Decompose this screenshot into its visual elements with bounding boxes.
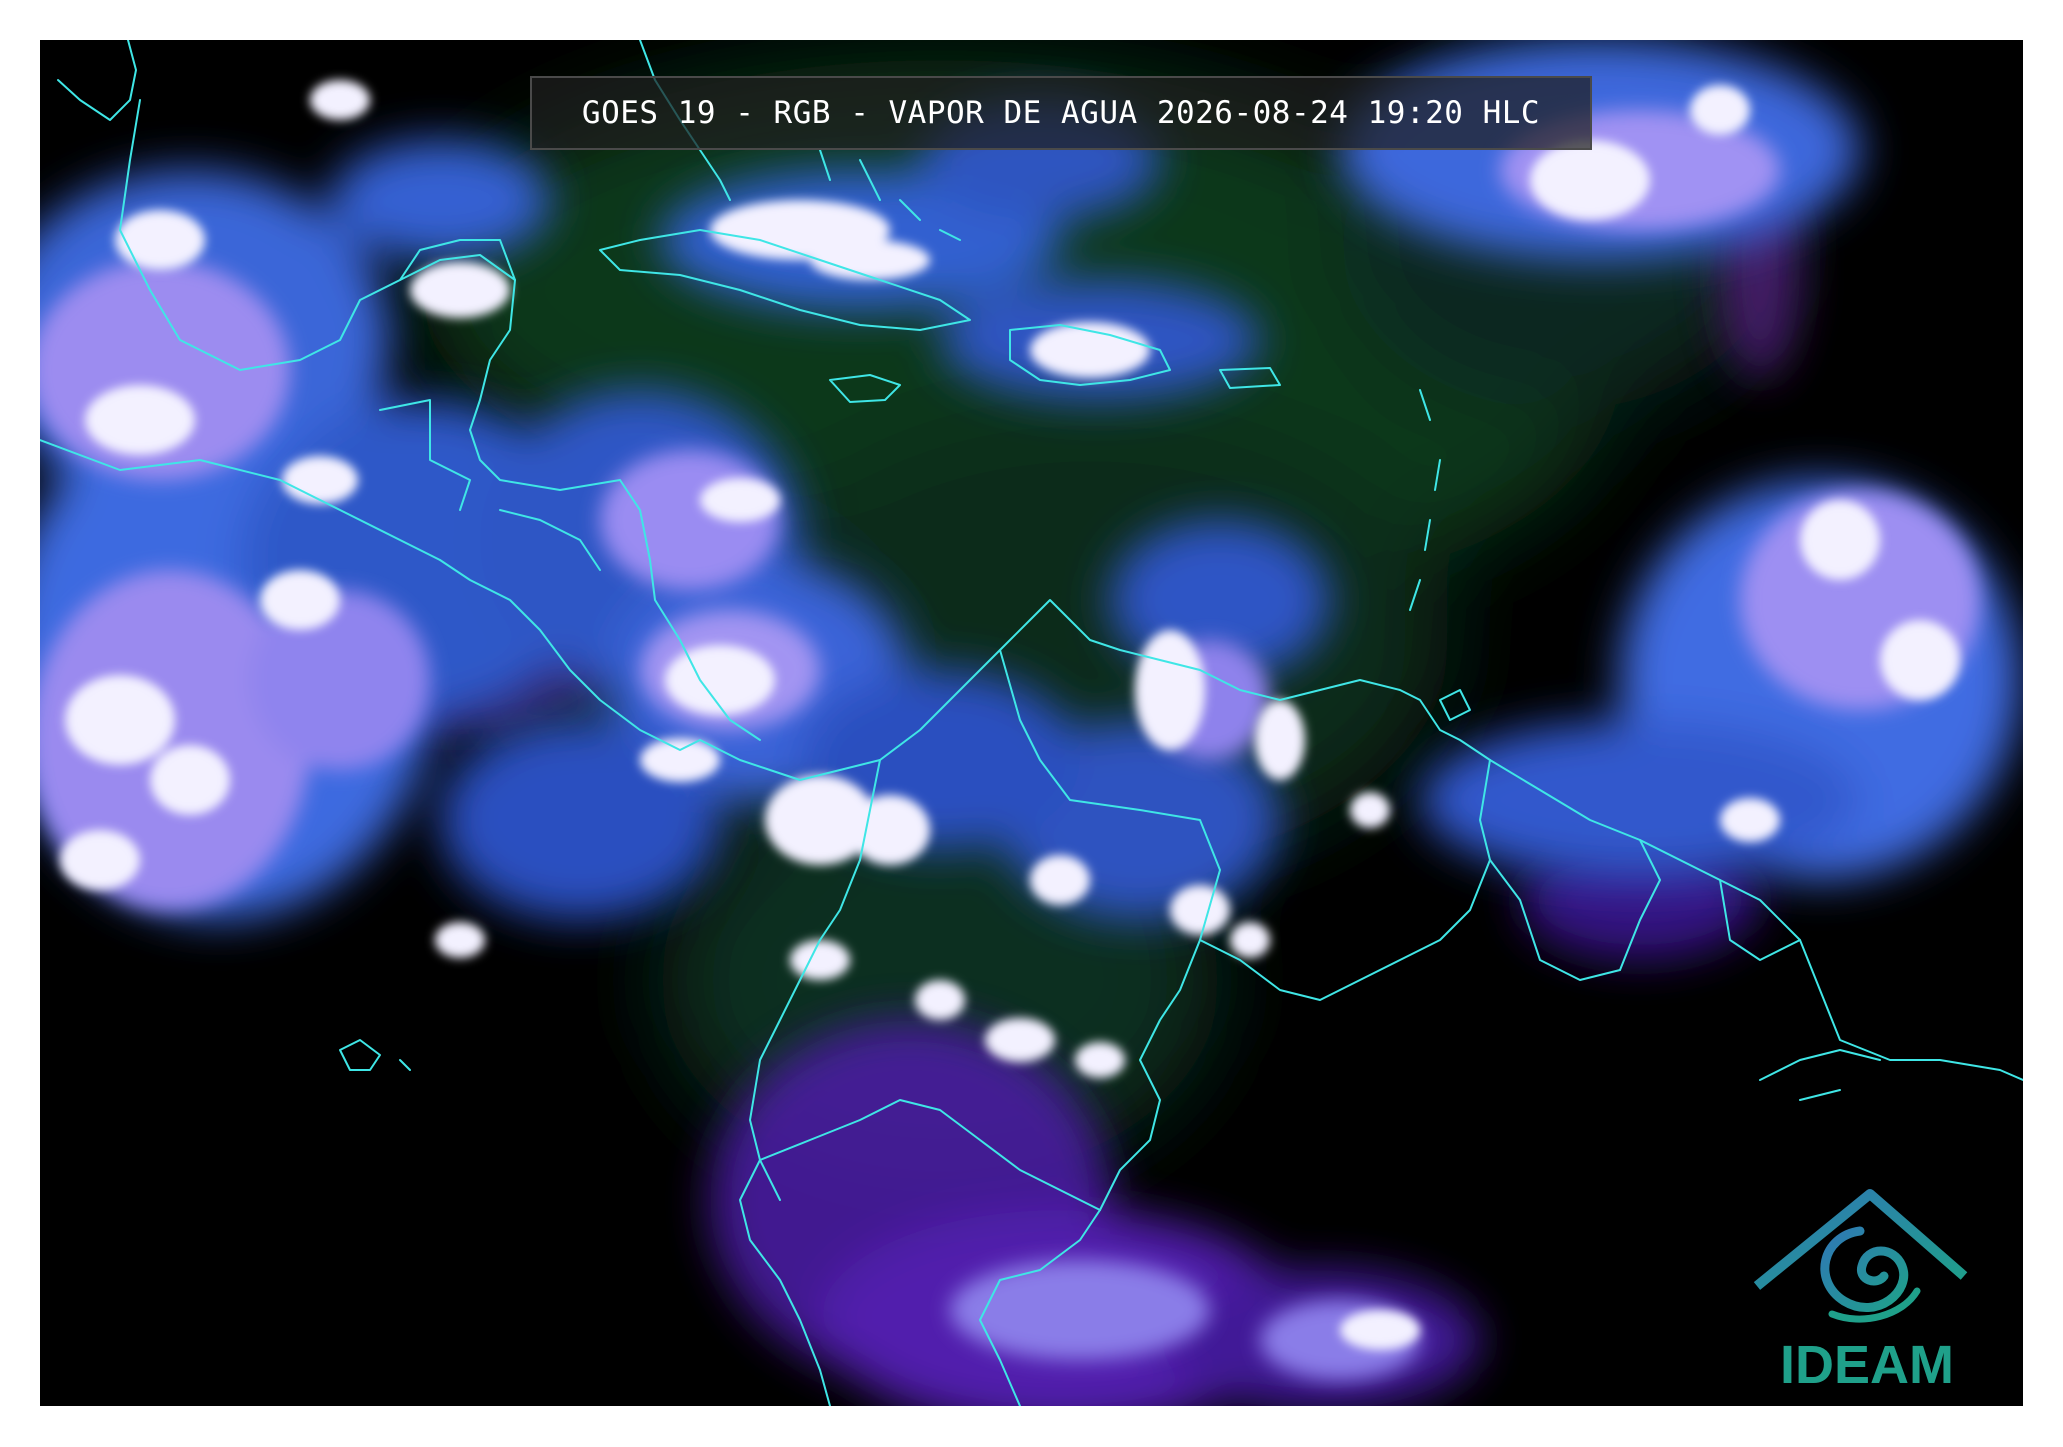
title-banner: GOES 19 - RGB - VAPOR DE AGUA 2026-08-24… bbox=[530, 76, 1592, 150]
ideam-logo: IDEAM bbox=[1752, 1176, 1982, 1396]
ideam-mountain-swirl-icon bbox=[1753, 1189, 1968, 1323]
ideam-logo-text: IDEAM bbox=[1780, 1335, 1954, 1395]
satellite-image: GOES 19 - RGB - VAPOR DE AGUA 2026-08-24… bbox=[40, 40, 2023, 1406]
image-title: GOES 19 - RGB - VAPOR DE AGUA 2026-08-24… bbox=[581, 95, 1541, 131]
satellite-map bbox=[40, 40, 2023, 1406]
